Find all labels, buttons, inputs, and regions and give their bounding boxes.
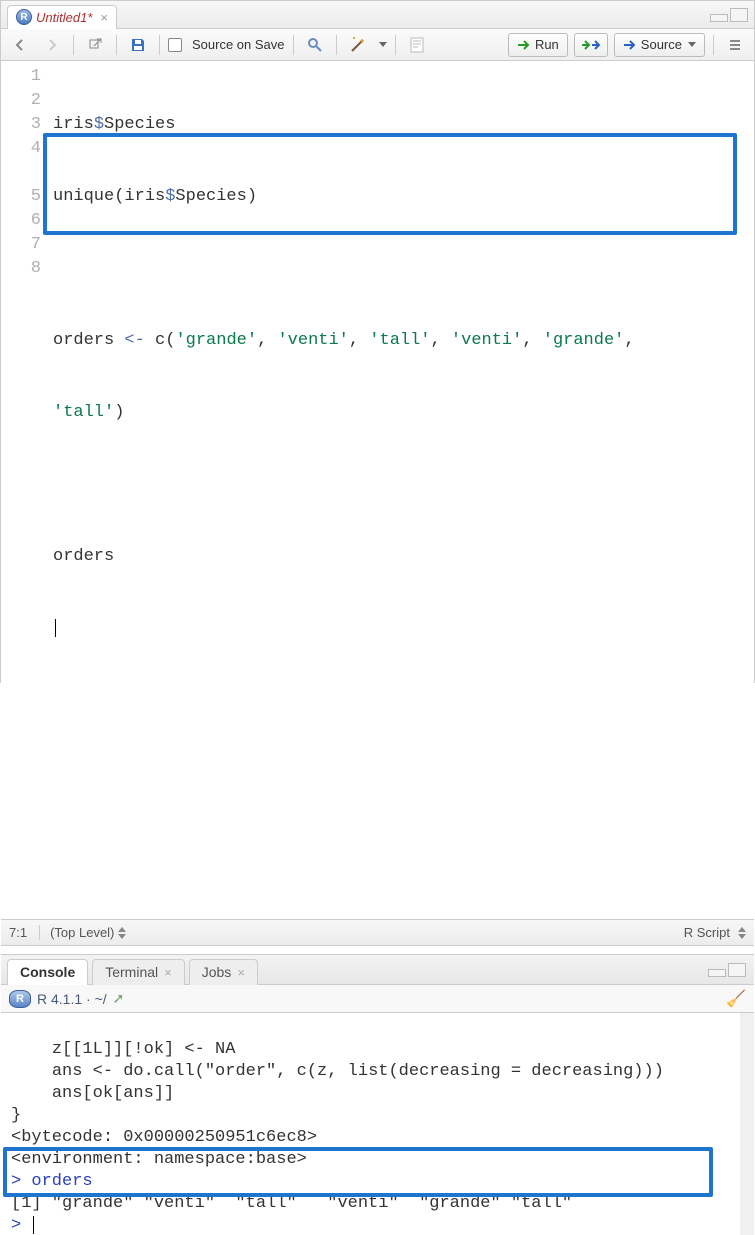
code-line-wrap: 'tall') <box>53 401 746 425</box>
r-version-label: R 4.1.1 · ~/ <box>37 991 107 1007</box>
console-line: z[[1L]][!ok] <- NA <box>11 1040 235 1059</box>
console-line: <environment: namespace:base> <box>11 1150 307 1169</box>
run-button-label: Run <box>535 37 559 52</box>
console-info-bar: R R 4.1.1 · ~/ ➚ 🧹 <box>1 985 754 1013</box>
back-icon[interactable] <box>7 33 33 57</box>
console-prompt: > <box>11 1172 31 1191</box>
source-on-save-label: Source on Save <box>192 37 285 52</box>
editor-pane: R Untitled1* × Source on Save <box>1 1 754 946</box>
line-number: 7 <box>1 233 41 257</box>
tab-terminal[interactable]: Terminal × <box>92 959 185 985</box>
language-stepper-icon[interactable] <box>738 927 746 939</box>
line-number-blank <box>1 161 41 185</box>
console-line: <bytecode: 0x00000250951c6ec8> <box>11 1128 317 1147</box>
line-number: 4 <box>1 137 41 161</box>
line-number: 2 <box>1 89 41 113</box>
code-line: orders <- c('grande', 'venti', 'tall', '… <box>53 329 746 353</box>
editor-window-controls <box>710 8 754 22</box>
run-arrow-icon <box>517 39 531 51</box>
scope-selector[interactable]: (Top Level) <box>50 925 114 940</box>
tab-console[interactable]: Console <box>7 959 88 985</box>
console-scrollbar-thumb[interactable] <box>741 1113 753 1173</box>
code-line <box>53 473 746 497</box>
open-in-new-icon[interactable] <box>82 33 108 57</box>
file-tab-untitled1[interactable]: R Untitled1* × <box>7 5 117 29</box>
rerun-icon[interactable] <box>574 33 608 57</box>
editor-highlight-box <box>43 133 737 235</box>
tab-console-label: Console <box>20 964 75 980</box>
scope-stepper-icon[interactable] <box>118 927 126 939</box>
goto-wd-icon[interactable]: ➚ <box>113 990 125 1007</box>
cursor-position: 7:1 <box>9 925 27 940</box>
forward-icon[interactable] <box>39 33 65 57</box>
wand-dropdown-icon[interactable] <box>379 42 387 47</box>
minimize-pane-icon[interactable] <box>710 14 728 22</box>
tab-terminal-label: Terminal <box>105 964 158 980</box>
console-window-controls <box>708 963 754 977</box>
source-dropdown-icon <box>688 42 696 47</box>
console-prompt[interactable]: > <box>11 1216 31 1235</box>
maximize-pane-icon[interactable] <box>730 8 748 22</box>
console-command: orders <box>31 1172 92 1191</box>
code-line <box>53 257 746 281</box>
wand-icon[interactable] <box>345 33 371 57</box>
console-line: } <box>11 1106 21 1125</box>
console-line: ans <- do.call("order", c(z, list(decrea… <box>11 1062 664 1081</box>
editor-status-bar: 7:1 (Top Level) R Script <box>1 919 754 945</box>
tab-jobs[interactable]: Jobs × <box>189 959 258 985</box>
editor-toolbar: Source on Save Run Source <box>1 29 754 61</box>
code-line: iris$Species <box>53 113 746 137</box>
maximize-console-icon[interactable] <box>728 963 746 977</box>
console-cursor <box>33 1216 34 1234</box>
code-line <box>53 689 746 713</box>
code-editor[interactable]: 1 2 3 4 5 6 7 8 iris$Species unique(iris… <box>1 61 754 919</box>
r-file-icon: R <box>16 9 32 25</box>
tab-jobs-label: Jobs <box>202 964 232 980</box>
line-number: 1 <box>1 65 41 89</box>
close-tab-icon[interactable]: × <box>100 10 108 25</box>
report-icon[interactable] <box>404 33 430 57</box>
source-button[interactable]: Source <box>614 33 705 57</box>
run-button[interactable]: Run <box>508 33 568 57</box>
code-text[interactable]: iris$Species unique(iris$Species) orders… <box>49 61 754 919</box>
close-terminal-icon[interactable]: × <box>164 965 172 980</box>
clear-console-icon[interactable]: 🧹 <box>726 989 746 1009</box>
source-button-label: Source <box>641 37 682 52</box>
save-icon[interactable] <box>125 33 151 57</box>
outline-icon[interactable] <box>722 33 748 57</box>
r-logo-icon: R <box>9 990 31 1008</box>
find-icon[interactable] <box>302 33 328 57</box>
line-number: 5 <box>1 185 41 209</box>
line-number: 3 <box>1 113 41 137</box>
code-line: unique(iris$Species) <box>53 185 746 209</box>
minimize-console-icon[interactable] <box>708 969 726 977</box>
console-result: [1] "grande" "venti" "tall" "venti" "gra… <box>11 1194 593 1213</box>
console-tab-bar: Console Terminal × Jobs × <box>1 955 754 985</box>
source-on-save-checkbox[interactable] <box>168 38 182 52</box>
console-output[interactable]: z[[1L]][!ok] <- NA ans <- do.call("order… <box>1 1013 754 1235</box>
language-mode[interactable]: R Script <box>684 925 730 940</box>
source-arrow-icon <box>623 39 637 51</box>
line-number: 6 <box>1 209 41 233</box>
code-line <box>53 617 746 641</box>
code-line: orders <box>53 545 746 569</box>
line-number: 8 <box>1 257 41 281</box>
file-tab-label: Untitled1* <box>36 10 92 25</box>
close-jobs-icon[interactable]: × <box>237 965 245 980</box>
editor-cursor <box>55 619 56 637</box>
line-gutter: 1 2 3 4 5 6 7 8 <box>1 61 49 919</box>
console-line: ans[ok[ans]] <box>11 1084 174 1103</box>
console-pane: Console Terminal × Jobs × R R 4.1.1 · ~/… <box>1 954 754 1235</box>
editor-tab-bar: R Untitled1* × <box>1 1 754 29</box>
